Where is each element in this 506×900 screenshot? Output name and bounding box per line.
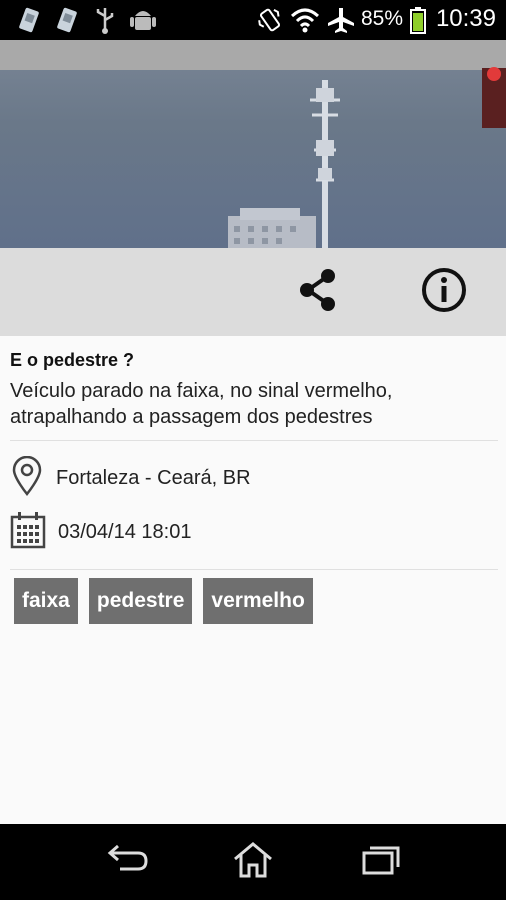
tag-vermelho[interactable]: vermelho (203, 578, 313, 624)
tag-list: faixa pedestre vermelho (14, 578, 324, 624)
back-icon (106, 843, 150, 882)
share-icon (294, 266, 342, 319)
info-icon (420, 266, 468, 319)
clock: 10:39 (435, 5, 496, 32)
battery-percentage: 85% (361, 7, 404, 30)
datetime-row: 03/04/14 18:01 (10, 511, 192, 554)
usb-icon (94, 6, 116, 39)
report-details: E o pedestre ? Veículo parado na faixa, … (0, 336, 506, 824)
home-button[interactable] (223, 838, 283, 886)
report-title: E o pedestre ? (10, 350, 135, 370)
datetime-text: 03/04/14 18:01 (58, 520, 192, 543)
status-bar: 85% 10:39 (0, 0, 506, 40)
android-icon (128, 6, 158, 39)
divider (10, 569, 498, 570)
location-text: Fortaleza - Ceará, BR (56, 466, 251, 489)
divider (10, 440, 498, 441)
back-button[interactable] (98, 838, 158, 886)
recents-button[interactable] (350, 838, 410, 886)
recents-icon (358, 843, 402, 882)
sim-card-icon (16, 6, 42, 39)
report-description: Veículo parado na faixa, no sinal vermel… (10, 380, 393, 428)
vibrate-icon (256, 6, 284, 39)
report-photo[interactable] (0, 40, 506, 248)
tag-faixa[interactable]: faixa (14, 578, 78, 624)
wifi-icon (290, 6, 320, 39)
share-button[interactable] (290, 264, 346, 320)
action-bar (0, 248, 506, 336)
location-row: Fortaleza - Ceará, BR (10, 455, 251, 501)
sim-card-icon (54, 6, 80, 39)
battery-icon (410, 6, 426, 39)
calendar-icon (10, 511, 46, 554)
tag-pedestre[interactable]: pedestre (88, 578, 193, 624)
info-button[interactable] (416, 264, 472, 320)
photo-scene (228, 67, 506, 248)
location-pin-icon (10, 455, 44, 501)
navigation-bar (0, 824, 506, 900)
home-icon (231, 841, 275, 884)
airplane-icon (326, 6, 356, 39)
